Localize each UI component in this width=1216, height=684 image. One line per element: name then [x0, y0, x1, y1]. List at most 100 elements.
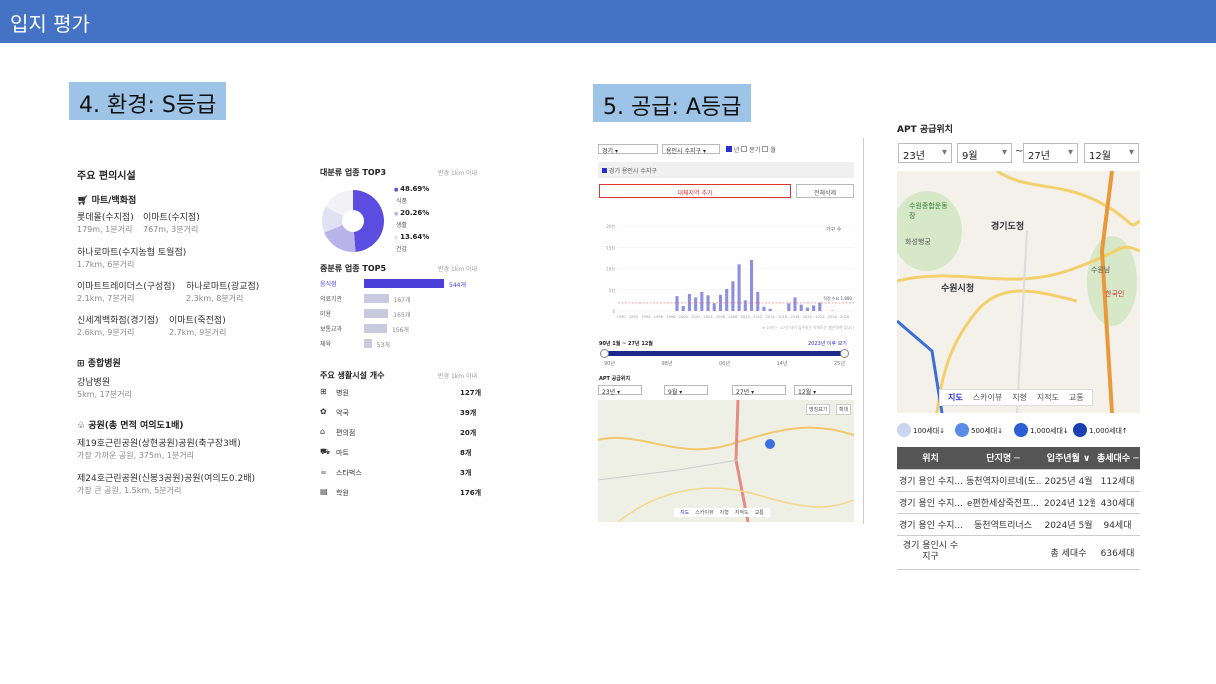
x-tick: 2008	[728, 315, 738, 319]
region-select[interactable]: 경기 ▾	[598, 144, 658, 155]
apt-table: 위치 단지명 ─ 입주년월 ∨ 총세대수 ─ 경기 용인 수지... 동천역자이르…	[897, 447, 1140, 570]
top5-title: 중분류 업종 TOP5	[320, 264, 387, 273]
x-tick: 2016	[778, 315, 788, 319]
range-tick: 14년	[776, 361, 788, 367]
apt-title: APT 공급위치	[897, 125, 953, 135]
supply-bar	[818, 302, 822, 311]
map-tab[interactable]: 지적도	[735, 510, 749, 516]
table-row[interactable]: 경기 용인 수지... 동천역자이르네(도... 2025년 4월 112세대	[897, 469, 1140, 492]
district-select[interactable]: 용인시 수지구 ▾	[662, 144, 720, 155]
pie-legend-name: 건강	[396, 246, 408, 253]
apt-map-tab[interactable]: 스카이뷰	[973, 393, 1002, 402]
mart-dist-4: 2.3km, 8분거리	[186, 294, 244, 303]
mart-dist-5: 2.6km, 9분거리	[77, 328, 135, 337]
delete-all-button[interactable]: 전체삭제	[796, 184, 854, 198]
apt-size-legend: 100세대↓ 500세대↓ 1,000세대↓ 1,000세대↑	[897, 423, 1142, 441]
apt-map-tab[interactable]: 지도	[948, 393, 963, 402]
life-count: 39개	[460, 409, 477, 417]
pie-legend-pct: ● 13.64%	[394, 233, 430, 241]
to-month-select[interactable]: 12월 ▾	[794, 385, 852, 396]
period-checks[interactable]: 년 분기 월	[726, 145, 776, 154]
col-complex[interactable]: 단지명 ─	[964, 447, 1042, 470]
park-name-0: 제19호근린공원(상현공원)공원(축구장3배)	[77, 439, 241, 449]
avg-demand-label: 적정 수요 1,890	[823, 295, 852, 301]
range-handle-start[interactable]	[600, 349, 609, 358]
apt-from-month-select[interactable]: 9월 ▾	[957, 143, 1012, 163]
to-year-select[interactable]: 27년 ▾	[732, 385, 786, 396]
apt-to-year-select[interactable]: 27년 ▾	[1023, 143, 1078, 163]
mart-name-6: 이마트(죽전점)	[169, 316, 226, 326]
map-tab[interactable]: 교통	[755, 510, 764, 516]
hospital-dist: 5km, 17분거리	[77, 390, 132, 399]
life-count: 20개	[460, 429, 477, 437]
range-slider[interactable]	[604, 351, 844, 356]
range-tick: 98년	[661, 361, 673, 367]
magnifier-icon	[897, 423, 911, 437]
map-tab[interactable]: 지도	[680, 510, 689, 516]
life-list: ⊞ 병원 127개 ✿ 약국 39개 ⌂ 편의점 20개 ⛟ 마트 8개 ☕ 스타벅스 3개 ▤ 학원 176개	[320, 387, 485, 507]
map-tab[interactable]: 지형	[720, 510, 729, 516]
supply-bar	[793, 297, 797, 311]
supply-bar	[687, 294, 691, 311]
map-label-gyeonggi-office: 경기도청	[991, 222, 1025, 232]
apt-map[interactable]: 경기도청 수원시청 수원종합운동장 화성행궁 수원남 한국인 지도 스카이뷰 지형 지…	[897, 171, 1140, 413]
apt-map-tab[interactable]: 교통	[1069, 393, 1084, 402]
top5-bar	[364, 324, 387, 333]
magnifier-icon	[955, 423, 969, 437]
top5-name: 미용	[320, 311, 332, 318]
mart-name-0: 롯데몰(수지점)	[77, 213, 134, 223]
supply-bar	[812, 305, 816, 311]
col-location[interactable]: 위치	[897, 447, 964, 470]
store-icon: ⌂	[320, 427, 326, 436]
life-name: 스타벅스	[336, 469, 362, 477]
top5-count: 165개	[393, 312, 411, 319]
map-label-toggle[interactable]: 명칭표기	[806, 404, 831, 415]
env-title: 주요 편의시설	[77, 171, 136, 182]
apt-map-tabs: 지도 스카이뷰 지형 지적도 교통	[939, 389, 1093, 406]
pie-legend-name: 생활	[396, 222, 408, 229]
top5-bar	[364, 294, 389, 303]
apt-from-year-select[interactable]: 23년 ▾	[898, 143, 952, 163]
supply-bar	[694, 297, 698, 311]
life-name: 약국	[336, 409, 349, 417]
magnifier-icon	[1014, 423, 1028, 437]
x-tick: 1996	[654, 315, 664, 319]
range-link[interactable]: 2023년 이후 보기	[808, 340, 847, 347]
supply-bar	[675, 296, 679, 311]
top5-name: 보통교과	[320, 326, 343, 333]
apt-map-tab[interactable]: 지적도	[1037, 393, 1059, 402]
mart-dist-3: 2.1km, 7분거리	[77, 294, 135, 303]
table-row[interactable]: 경기 용인 수지... 동천역트리너스 2024년 5월 94세대	[897, 513, 1140, 536]
map-tab[interactable]: 스카이뷰	[695, 510, 713, 516]
from-year-select[interactable]: 23년 ▾	[598, 385, 642, 396]
table-row[interactable]: 경기 용인 수지... e편한세상죽전프... 2024년 12월 430세대	[897, 491, 1140, 514]
supply-bar	[799, 304, 803, 311]
col-households[interactable]: 총세대수 ─	[1095, 447, 1140, 470]
y-tick: 15천	[606, 244, 615, 250]
mart-section: 🛒︎ 마트/백화점	[77, 196, 137, 206]
life-radius: 반경 1km 이내	[438, 373, 478, 380]
apt-to-month-select[interactable]: 12월 ▾	[1084, 143, 1139, 163]
y-tick: 10천	[606, 266, 615, 272]
park-name-1: 제24호근린공원(신봉3공원)공원(여의도0.2배)	[77, 474, 256, 484]
range-handle-end[interactable]	[840, 349, 849, 358]
range-tick: 90년	[604, 361, 615, 367]
map-zoom-button[interactable]: 확대	[836, 404, 852, 415]
add-region-button[interactable]: 대체지역 추가	[599, 184, 791, 198]
legend-label: 1,000세대↓	[1030, 427, 1069, 435]
from-month-select[interactable]: 9월 ▾	[664, 385, 708, 396]
supply-bar	[743, 300, 747, 311]
apt-map-tab[interactable]: 지형	[1012, 393, 1027, 402]
top5-bar	[364, 339, 372, 348]
cell: 경기 용인 수지...	[897, 513, 964, 536]
top5-count: 167개	[393, 297, 411, 304]
cart-icon: ⛟	[320, 447, 331, 456]
cell: 동천역자이르네(도...	[964, 469, 1042, 492]
mart-name-5: 신세계백화점(경기점)	[77, 316, 159, 326]
cell	[964, 535, 1042, 570]
supply-bar	[725, 288, 729, 311]
supply-map[interactable]: 명칭표기 확대 지도 스카이뷰 지형 지적도 교통	[598, 400, 854, 522]
mart-dist-0: 179m, 1분거리	[77, 225, 133, 234]
x-tick: 1994	[641, 315, 651, 319]
col-move-in[interactable]: 입주년월 ∨	[1042, 447, 1095, 470]
